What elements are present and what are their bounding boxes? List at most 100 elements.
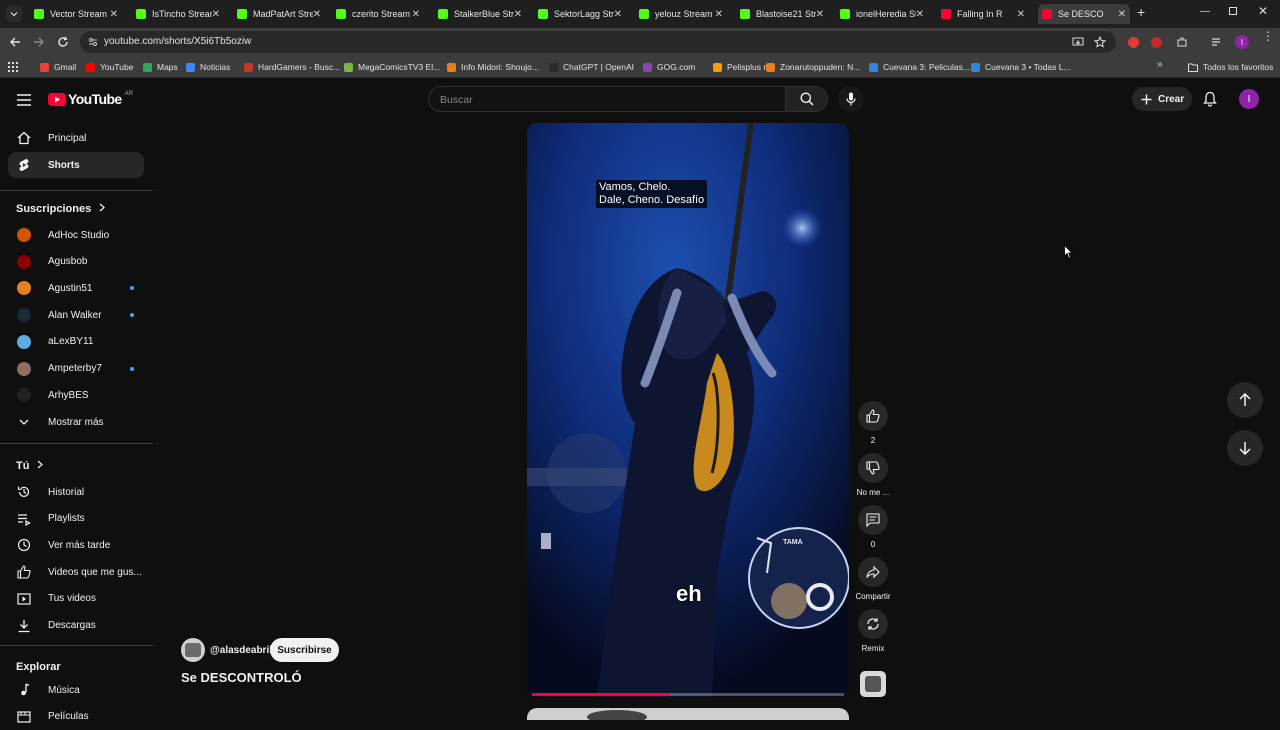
back-arrow-icon[interactable]: [9, 36, 21, 48]
sidebar-item[interactable]: Agusbob: [8, 249, 144, 275]
sidebar-item[interactable]: ArhyBES: [8, 382, 144, 408]
channel-handle[interactable]: @alasdeabril: [210, 645, 272, 656]
bookmark-item[interactable]: Gmail: [40, 60, 76, 74]
caption-box: Vamos, Chelo. Dale, Cheno. Desafío: [596, 180, 708, 208]
forward-arrow-icon[interactable]: [33, 36, 45, 48]
browser-tab[interactable]: Se DESCO ✕: [1038, 4, 1130, 24]
bookmark-item[interactable]: Info Midori: Shoujo...: [447, 60, 539, 74]
browser-tab[interactable]: Vector Stream ✕: [30, 4, 122, 24]
sidebar-item[interactable]: Descargas: [8, 613, 144, 639]
browser-tab[interactable]: yelouz Stream ✕: [635, 4, 727, 24]
previous-short-button[interactable]: [1227, 382, 1263, 418]
tab-close-icon[interactable]: ✕: [614, 9, 622, 20]
sidebar-item[interactable]: Historial: [8, 479, 144, 505]
browser-tab[interactable]: StalkerBlue Stre ✕: [434, 4, 526, 24]
guide-menu-button[interactable]: [17, 93, 31, 111]
browser-tab[interactable]: SektorLagg Str ✕: [534, 4, 626, 24]
sidebar-item[interactable]: Alan Walker: [8, 302, 144, 328]
browser-tab[interactable]: czerito Stream ✕: [332, 4, 424, 24]
sidebar-item[interactable]: Mostrar más: [8, 409, 144, 435]
comment-count: 0: [870, 540, 876, 549]
subscribe-button[interactable]: Suscribirse: [270, 638, 339, 662]
sidebar-item[interactable]: Música: [8, 677, 144, 703]
menu-icon[interactable]: ⋮: [1262, 30, 1274, 42]
subscriptions-header[interactable]: Suscripciones: [16, 203, 106, 215]
sound-thumbnail[interactable]: [860, 671, 886, 697]
bookmark-item[interactable]: ChatGPT | OpenAI: [549, 60, 634, 74]
bookmark-item[interactable]: GOG.com: [643, 60, 695, 74]
tab-close-icon[interactable]: ✕: [110, 9, 118, 20]
address-bar[interactable]: youtube.com/shorts/X5i6Tb5oziw: [80, 31, 1116, 53]
tab-close-icon[interactable]: ✕: [1017, 9, 1025, 20]
apps-grid-icon[interactable]: [8, 62, 18, 72]
media-control-icon[interactable]: [1211, 36, 1223, 48]
restore-button[interactable]: [1229, 7, 1237, 15]
new-tab-button[interactable]: +: [1137, 4, 1145, 20]
create-button[interactable]: Crear: [1132, 87, 1192, 111]
sidebar-item[interactable]: Ver más tarde: [8, 532, 144, 558]
like-button[interactable]: [858, 401, 888, 431]
sidebar-item[interactable]: Playlists: [8, 506, 144, 532]
bookmark-item[interactable]: HardGamers - Busc...: [244, 60, 340, 74]
tab-close-icon[interactable]: ✕: [816, 9, 824, 20]
sidebar-item[interactable]: Principal: [8, 125, 144, 151]
sidebar-item[interactable]: Agustin51: [8, 275, 144, 301]
reload-icon[interactable]: [57, 36, 69, 48]
tab-close-icon[interactable]: ✕: [212, 9, 220, 20]
youtube-logo[interactable]: YouTube AR: [48, 91, 133, 107]
tab-close-icon[interactable]: ✕: [715, 9, 723, 20]
bookmark-item[interactable]: Zonarutoppuden: N...: [766, 60, 860, 74]
sidebar-item[interactable]: Tus videos: [8, 586, 144, 612]
minimize-button[interactable]: —: [1200, 6, 1210, 17]
short-player[interactable]: Vamos, Chelo. Dale, Cheno. Desafío eh TA…: [527, 123, 849, 697]
install-app-icon[interactable]: [1072, 36, 1084, 48]
browser-tab[interactable]: IsTincho Stream ✕: [132, 4, 224, 24]
more-bookmarks-button[interactable]: »: [1157, 59, 1163, 70]
sidebar-item[interactable]: AdHoc Studio: [8, 222, 144, 248]
share-button[interactable]: [858, 557, 888, 587]
sidebar-item[interactable]: Ampeterby7: [8, 356, 144, 382]
browser-tab[interactable]: ionelHeredia St ✕: [836, 4, 928, 24]
close-window-button[interactable]: ✕: [1258, 4, 1268, 18]
tab-close-icon[interactable]: ✕: [514, 9, 522, 20]
progress-track[interactable]: [532, 693, 844, 696]
bookmark-item[interactable]: Cuevana 3: Peliculas...: [869, 60, 970, 74]
bookmark-item[interactable]: Noticias: [186, 60, 230, 74]
bookmark-item[interactable]: Cuevana 3 • Todas L...: [971, 60, 1071, 74]
channel-avatar[interactable]: [181, 638, 205, 662]
dislike-button[interactable]: [858, 453, 888, 483]
site-info-icon[interactable]: [88, 37, 98, 47]
tab-search-button[interactable]: [6, 6, 22, 22]
extension-icon[interactable]: [1151, 37, 1162, 48]
profile-avatar[interactable]: I: [1235, 35, 1249, 49]
browser-tab[interactable]: Falling In R ✕: [937, 4, 1029, 24]
bookmark-item[interactable]: MegaComicsTV3 El...: [344, 60, 440, 74]
bookmark-item[interactable]: Pelisplus rip: [713, 60, 773, 74]
tab-close-icon[interactable]: ✕: [412, 9, 420, 20]
sidebar-item[interactable]: Películas: [8, 704, 144, 730]
sidebar-item[interactable]: aLexBY11: [8, 329, 144, 355]
search-button[interactable]: [785, 86, 828, 112]
search-input[interactable]: Buscar: [428, 86, 786, 112]
star-icon[interactable]: [1094, 36, 1106, 48]
voice-search-button[interactable]: [838, 86, 864, 112]
comments-button[interactable]: [858, 505, 888, 535]
you-header[interactable]: Tú: [16, 460, 44, 472]
browser-tab[interactable]: MadPatArt Stre ✕: [233, 4, 325, 24]
bell-icon[interactable]: [1203, 91, 1217, 107]
next-short-button[interactable]: [1227, 430, 1263, 466]
tab-close-icon[interactable]: ✕: [313, 9, 321, 20]
bookmark-item[interactable]: YouTube: [86, 60, 133, 74]
puzzle-icon[interactable]: [1176, 36, 1188, 48]
tab-close-icon[interactable]: ✕: [1118, 9, 1126, 20]
extension-icon[interactable]: [1128, 37, 1139, 48]
tab-close-icon[interactable]: ✕: [916, 9, 924, 20]
bookmark-item[interactable]: Maps: [143, 60, 178, 74]
remix-button[interactable]: [858, 609, 888, 639]
next-short-preview[interactable]: [527, 708, 849, 720]
all-bookmarks-folder[interactable]: Todos los favoritos: [1188, 60, 1273, 74]
account-avatar[interactable]: I: [1239, 89, 1259, 109]
browser-tab[interactable]: Blastoise21 Str ✕: [736, 4, 828, 24]
sidebar-item[interactable]: Shorts: [8, 152, 144, 178]
sidebar-item[interactable]: Videos que me gus...: [8, 559, 144, 585]
